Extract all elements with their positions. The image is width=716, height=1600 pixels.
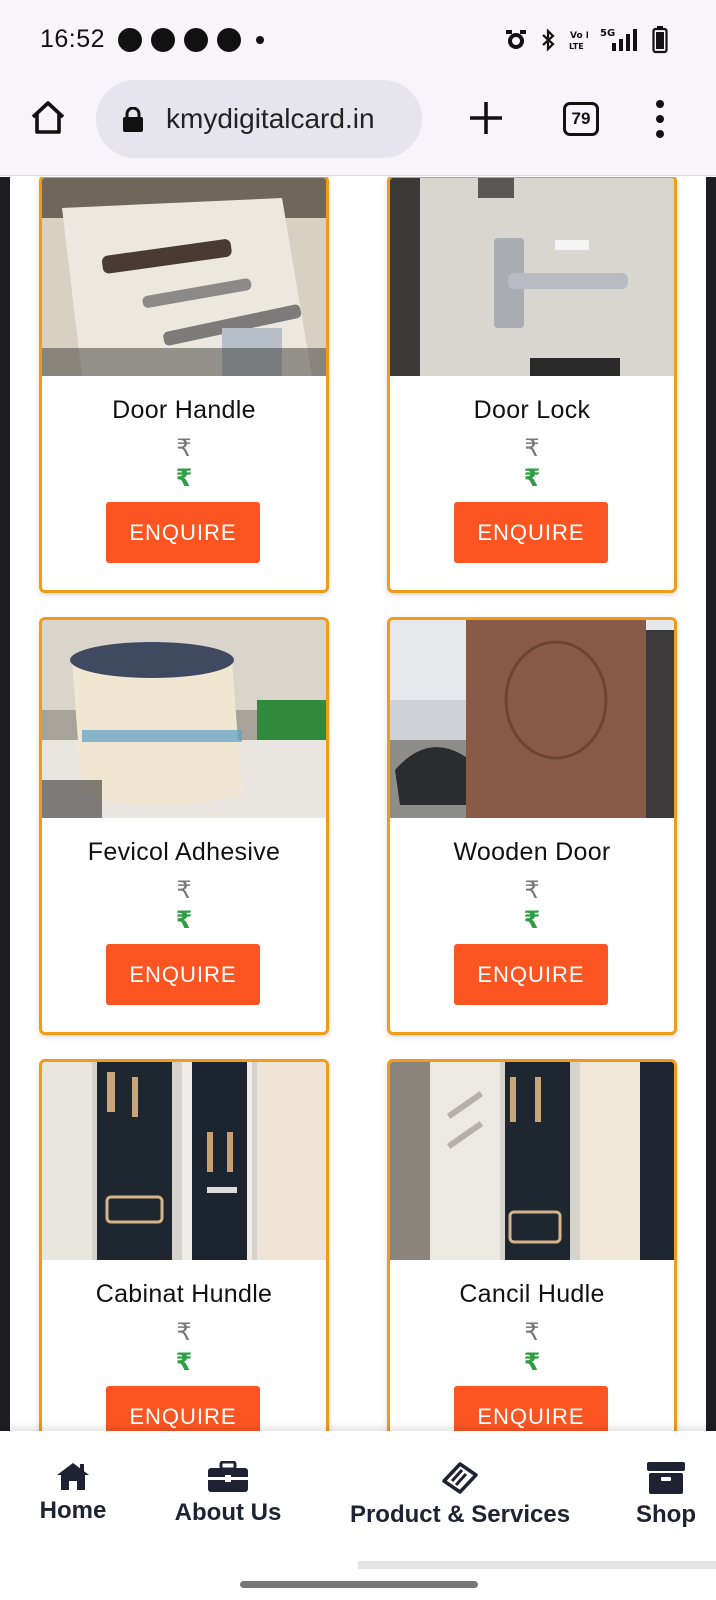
nav-home-label: Home [39, 1497, 107, 1524]
page-edge-left [0, 177, 10, 1431]
product-name: Door Lock [473, 396, 591, 424]
browser-toolbar: kmydigitalcard.in 79 [0, 80, 716, 176]
app-a-icon [184, 28, 208, 52]
product-card-cabinat-hundle[interactable]: Cabinat Hundle ₹ ₹ ENQUIRE [39, 1059, 329, 1431]
product-price: ₹ [175, 1349, 193, 1376]
product-mrp: ₹ [176, 877, 192, 904]
status-time: 16:52 [40, 25, 106, 53]
nav-product-services-label: Product & Services [349, 1501, 571, 1528]
product-image[interactable] [390, 178, 674, 376]
status-bar: 16:52 Vo LTELTE 5G [0, 0, 716, 80]
nav-about-us[interactable]: About Us [170, 1461, 286, 1527]
product-image[interactable] [42, 620, 326, 818]
product-mrp: ₹ [524, 1319, 540, 1346]
product-card-door-lock[interactable]: Door Lock ₹ ₹ ENQUIRE [387, 177, 677, 593]
alarm-icon [506, 30, 526, 49]
enquire-button[interactable]: ENQUIRE [106, 944, 260, 1005]
gesture-area [0, 1569, 716, 1600]
nav-home[interactable]: Home [36, 1461, 110, 1525]
product-mrp: ₹ [524, 435, 540, 462]
product-name: Cabinat Hundle [95, 1280, 273, 1308]
network-label: 5G [600, 28, 615, 39]
product-grid-area[interactable]: Door Handle ₹ ₹ ENQUIRE Door Lock ₹ ₹ EN… [0, 177, 716, 1431]
product-mrp: ₹ [524, 877, 540, 904]
product-card-fevicol-adhesive[interactable]: Fevicol Adhesive ₹ ₹ ENQUIRE [39, 617, 329, 1035]
product-mrp: ₹ [176, 1319, 192, 1346]
tag-icon [442, 1462, 478, 1494]
product-image[interactable] [390, 1062, 674, 1260]
product-image[interactable] [42, 178, 326, 376]
bottom-navigation: Home About Us Product & Services Shop [0, 1431, 716, 1569]
new-tab-icon[interactable] [466, 98, 506, 138]
product-card-door-handle[interactable]: Door Handle ₹ ₹ ENQUIRE [39, 177, 329, 593]
enquire-button[interactable]: ENQUIRE [106, 502, 260, 563]
product-image[interactable] [390, 620, 674, 818]
more-notifications-dot [256, 36, 264, 44]
app-notification-icon [151, 28, 175, 52]
nav-shop[interactable]: Shop [634, 1461, 698, 1529]
nav-shop-label: Shop [636, 1501, 696, 1528]
battery-icon [652, 26, 668, 54]
home-icon [57, 1463, 89, 1490]
trophy-icon [217, 28, 241, 52]
enquire-button[interactable]: ENQUIRE [454, 502, 608, 563]
volte-icon: Vo LTELTE [569, 31, 588, 51]
system-icons: Vo LTELTE 5G [504, 26, 668, 54]
more-options-icon[interactable] [650, 99, 670, 139]
bluetooth-icon [542, 28, 555, 52]
nav-about-us-label: About Us [174, 1499, 282, 1526]
product-card-wooden-door[interactable]: Wooden Door ₹ ₹ ENQUIRE [387, 617, 677, 1035]
url-text: kmydigitalcard.in [166, 103, 375, 134]
product-card-cancil-hudle[interactable]: Cancil Hudle ₹ ₹ ENQUIRE [387, 1059, 677, 1431]
enquire-button[interactable]: ENQUIRE [106, 1386, 260, 1431]
product-mrp: ₹ [176, 435, 192, 462]
product-price: ₹ [523, 465, 541, 492]
gesture-navigation-bar[interactable] [240, 1581, 478, 1588]
nav-product-services[interactable]: Product & Services [344, 1461, 576, 1529]
page-edge-right [706, 177, 716, 1431]
product-price: ₹ [175, 907, 193, 934]
product-price: ₹ [523, 907, 541, 934]
horizontal-scroll-indicator [358, 1561, 716, 1569]
notification-icons [118, 28, 264, 52]
volte-label: Vo LTE [570, 31, 588, 41]
product-name: Door Handle [112, 396, 256, 424]
address-bar[interactable]: kmydigitalcard.in [96, 80, 422, 158]
chat-bubble-icon [118, 28, 142, 52]
product-name: Wooden Door [453, 838, 611, 866]
product-price: ₹ [523, 1349, 541, 1376]
lock-icon [123, 107, 143, 132]
product-name: Fevicol Adhesive [87, 838, 281, 866]
5g-signal-icon: 5G [600, 28, 637, 51]
product-price: ₹ [175, 465, 193, 492]
archive-box-icon [647, 1462, 685, 1494]
product-name: Cancil Hudle [459, 1280, 605, 1308]
browser-home-icon[interactable] [28, 98, 68, 138]
enquire-button[interactable]: ENQUIRE [454, 944, 608, 1005]
svg-text:LTE: LTE [569, 42, 584, 51]
tab-switcher-button[interactable]: 79 [563, 102, 599, 136]
enquire-button[interactable]: ENQUIRE [454, 1386, 608, 1431]
briefcase-icon [208, 1461, 248, 1492]
product-image[interactable] [42, 1062, 326, 1260]
